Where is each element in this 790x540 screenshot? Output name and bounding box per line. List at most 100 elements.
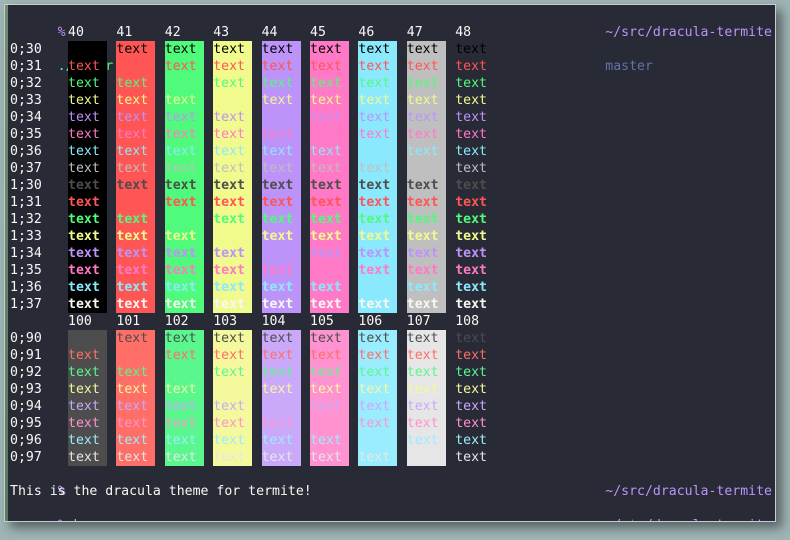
color-swatch-cell: text <box>165 245 204 262</box>
color-swatch-cell: text <box>262 330 301 347</box>
color-swatch-cell: text <box>262 398 301 415</box>
color-swatch-cell: text <box>310 262 349 279</box>
color-swatch-cell: text <box>407 296 446 313</box>
color-swatch-cell: text <box>262 58 301 75</box>
column-header: 45 <box>310 24 349 41</box>
color-swatch-cell: text <box>358 41 397 58</box>
color-table-row: 1;37texttexttexttexttexttexttexttexttext <box>10 296 776 313</box>
color-swatch-cell: text <box>262 177 301 194</box>
color-swatch-cell: text <box>68 75 107 92</box>
color-swatch-cell: text <box>407 347 446 364</box>
color-swatch-cell: text <box>358 143 397 160</box>
color-swatch-cell: text <box>358 347 397 364</box>
color-swatch-cell: text <box>407 228 446 245</box>
terminal-window[interactable]: % ./color.sh ~/src/dracula-termite maste… <box>4 4 776 522</box>
color-swatch-cell: text <box>116 194 155 211</box>
color-swatch-cell: text <box>165 262 204 279</box>
color-swatch-cell: text <box>213 432 252 449</box>
column-header: 42 <box>165 24 204 41</box>
color-swatch-cell: text <box>455 41 494 58</box>
color-swatch-cell: text <box>165 381 204 398</box>
color-swatch-cell: text <box>455 364 494 381</box>
color-swatch-cell: text <box>68 415 107 432</box>
color-swatch-cell: text <box>358 432 397 449</box>
color-swatch-cell: text <box>455 177 494 194</box>
color-table-row: 0;31texttexttexttexttexttexttexttexttext <box>10 58 776 75</box>
color-swatch-cell: text <box>213 211 252 228</box>
color-swatch-cell: text <box>455 415 494 432</box>
color-swatch-cell: text <box>68 245 107 262</box>
color-table-row: 0;96texttexttexttexttexttexttexttexttext <box>10 432 776 449</box>
terminal-screen[interactable]: % ./color.sh ~/src/dracula-termite maste… <box>10 7 776 521</box>
color-swatch-cell: text <box>116 364 155 381</box>
row-label: 0;96 <box>10 432 42 449</box>
color-swatch-cell: text <box>310 415 349 432</box>
color-swatch-cell: text <box>116 330 155 347</box>
color-swatch-cell: text <box>68 41 107 58</box>
color-swatch-cell: text <box>455 194 494 211</box>
color-swatch-cell: text <box>213 347 252 364</box>
column-header: 102 <box>165 313 204 330</box>
color-swatch-cell: text <box>262 449 301 466</box>
color-swatch-cell: text <box>262 347 301 364</box>
color-swatch-cell: text <box>407 75 446 92</box>
color-table-row: 0;36texttexttexttexttexttexttexttexttext <box>10 143 776 160</box>
column-header: 106 <box>358 313 397 330</box>
color-table-row: 1;35texttexttexttexttexttexttexttexttext <box>10 262 776 279</box>
prompt-line-active[interactable]: % ~/src/dracula-termite master <box>10 500 776 517</box>
row-label: 1;34 <box>10 245 42 262</box>
color-swatch-cell: text <box>213 245 252 262</box>
color-swatch-cell: text <box>116 262 155 279</box>
row-label: 0;95 <box>10 415 42 432</box>
prompt-symbol-icon-3: % <box>58 518 66 522</box>
color-swatch-cell: text <box>310 211 349 228</box>
right-prompt-3: ~/src/dracula-termite master <box>542 500 772 522</box>
color-swatch-cell: text <box>165 330 204 347</box>
color-swatch-cell: text <box>165 109 204 126</box>
color-swatch-cell: text <box>68 143 107 160</box>
color-swatch-cell: text <box>407 279 446 296</box>
color-swatch-cell: text <box>407 126 446 143</box>
color-table-row: 0;90texttexttexttexttexttexttexttexttext <box>10 330 776 347</box>
color-swatch-cell: text <box>116 92 155 109</box>
row-label: 0;90 <box>10 330 42 347</box>
color-swatch-cell: text <box>310 194 349 211</box>
row-label: 0;34 <box>10 109 42 126</box>
color-table-row: 0;30texttexttexttexttexttexttexttexttext <box>10 41 776 58</box>
color-swatch-cell: text <box>310 381 349 398</box>
color-swatch-cell: text <box>310 330 349 347</box>
color-swatch-cell: text <box>116 41 155 58</box>
color-table-row: 1;32texttexttexttexttexttexttexttexttext <box>10 211 776 228</box>
color-swatch-cell: text <box>455 398 494 415</box>
color-swatch-cell: text <box>310 245 349 262</box>
color-swatch-cell: text <box>165 177 204 194</box>
row-label: 1;30 <box>10 177 42 194</box>
color-table-row: 1;34texttexttexttexttexttexttexttexttext <box>10 245 776 262</box>
row-label: 1;31 <box>10 194 42 211</box>
color-swatch-cell: text <box>213 296 252 313</box>
color-swatch-cell: text <box>116 296 155 313</box>
color-swatch-cell: text <box>116 75 155 92</box>
color-swatch-cell: text <box>68 364 107 381</box>
color-swatch-cell: text <box>262 381 301 398</box>
color-swatch-cell: text <box>116 228 155 245</box>
color-swatch-cell: text <box>165 228 204 245</box>
color-swatch-cell: text <box>213 160 252 177</box>
color-swatch-cell: text <box>165 279 204 296</box>
color-swatch-cell: text <box>68 381 107 398</box>
color-swatch-cell: text <box>116 398 155 415</box>
color-swatch-cell: text <box>262 126 301 143</box>
color-table-row: 1;33texttexttexttexttexttexttexttexttext <box>10 228 776 245</box>
color-swatch-cell: text <box>165 92 204 109</box>
color-swatch-cell: text <box>68 109 107 126</box>
color-swatch-cell: text <box>455 381 494 398</box>
color-swatch-cell: text <box>68 296 107 313</box>
color-swatch-cell: text <box>165 126 204 143</box>
row-label: 0;32 <box>10 75 42 92</box>
color-swatch-cell: text <box>455 126 494 143</box>
color-swatch-cell: text <box>213 58 252 75</box>
row-label: 0;92 <box>10 364 42 381</box>
color-swatch-cell: text <box>165 143 204 160</box>
column-header: 48 <box>455 24 494 41</box>
window-left-accent <box>5 5 8 521</box>
